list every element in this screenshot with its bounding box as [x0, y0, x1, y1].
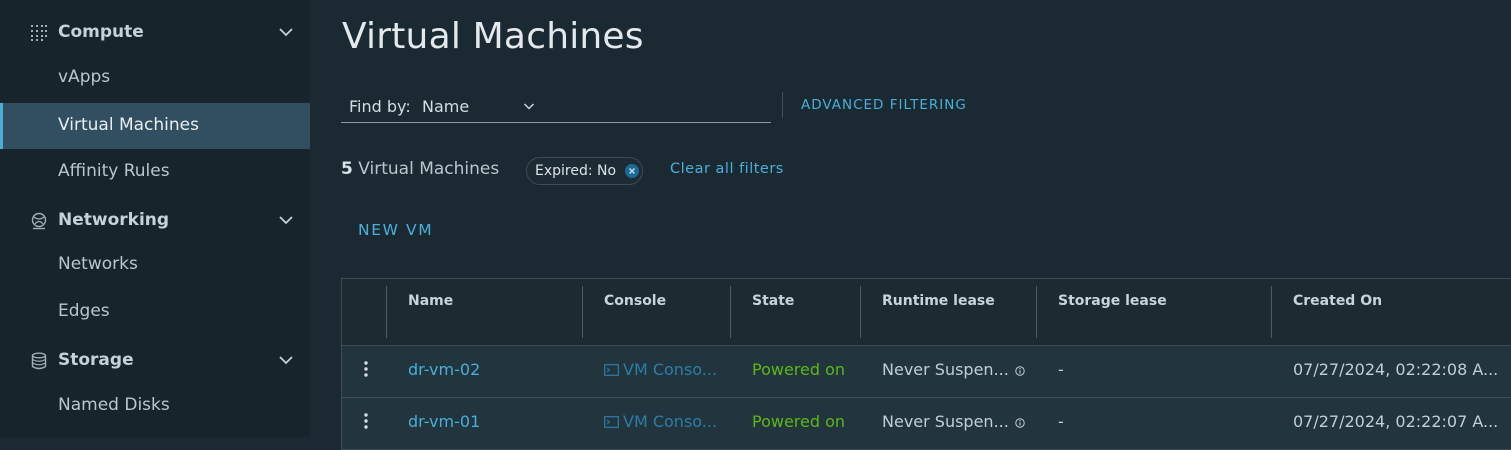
- vm-name-link[interactable]: dr-vm-02: [408, 360, 480, 379]
- kebab-menu-icon[interactable]: [358, 359, 374, 379]
- info-icon[interactable]: [1015, 418, 1025, 428]
- vm-console-link[interactable]: VM Conso...: [604, 360, 717, 379]
- nav-group-compute[interactable]: Compute: [0, 12, 310, 52]
- find-by-label: Find by:: [349, 97, 411, 116]
- vm-storage-lease: -: [1058, 412, 1064, 431]
- vm-count-number: 5: [341, 159, 353, 179]
- column-header-state[interactable]: State: [752, 293, 794, 309]
- sidebar-item-affinity-rules[interactable]: Affinity Rules: [0, 149, 310, 195]
- sidebar-item-edges[interactable]: Edges: [0, 289, 310, 335]
- column-separator[interactable]: [1271, 286, 1272, 338]
- sidebar-item-virtual-machines[interactable]: Virtual Machines: [0, 103, 310, 149]
- vm-runtime-lease: Never Suspen...: [882, 360, 1025, 379]
- nav-group-label: Storage: [58, 350, 134, 370]
- table-row: dr-vm-01 VM Conso... Powered on Never Su…: [342, 398, 1511, 450]
- sidebar-item-label: Affinity Rules: [58, 161, 170, 181]
- vm-console-label: VM Conso...: [623, 412, 718, 431]
- column-separator[interactable]: [1036, 286, 1037, 338]
- grid-dots-icon: [31, 25, 47, 41]
- column-header-name[interactable]: Name: [408, 293, 453, 309]
- nav-group-storage[interactable]: Storage: [0, 340, 310, 380]
- network-globe-icon: [31, 212, 47, 230]
- chevron-down-icon: [523, 103, 535, 110]
- sidebar-item-named-disks[interactable]: Named Disks: [0, 383, 310, 429]
- database-icon: [31, 352, 47, 370]
- vm-created-on: 07/27/2024, 02:22:08 A...: [1293, 360, 1499, 379]
- column-header-created-on[interactable]: Created On: [1293, 293, 1382, 309]
- vm-created-on: 07/27/2024, 02:22:07 A...: [1293, 412, 1499, 431]
- kebab-menu-icon[interactable]: [358, 411, 374, 431]
- vm-count-label: Virtual Machines: [358, 159, 500, 179]
- sidebar-item-label: Edges: [58, 301, 110, 321]
- sidebar-item-label: Networks: [58, 254, 138, 274]
- column-header-runtime-lease[interactable]: Runtime lease: [882, 293, 995, 309]
- clear-all-filters-link[interactable]: Clear all filters: [670, 161, 784, 177]
- sidebar: Compute vApps Virtual Machines Affinity …: [0, 0, 310, 437]
- column-header-storage-lease[interactable]: Storage lease: [1058, 293, 1167, 309]
- column-separator[interactable]: [582, 286, 583, 338]
- column-separator[interactable]: [730, 286, 731, 338]
- chevron-down-icon[interactable]: [278, 354, 294, 366]
- info-icon[interactable]: [1015, 366, 1025, 376]
- chevron-down-icon[interactable]: [278, 26, 294, 38]
- new-vm-button[interactable]: NEW VM: [358, 221, 433, 239]
- chevron-down-icon[interactable]: [278, 214, 294, 226]
- console-icon: [604, 416, 619, 428]
- vm-count: 5 Virtual Machines: [341, 159, 499, 179]
- page-title: Virtual Machines: [342, 16, 644, 57]
- column-header-console[interactable]: Console: [604, 293, 666, 309]
- sidebar-item-label: Named Disks: [58, 395, 170, 415]
- find-by-value: Name: [422, 97, 470, 116]
- vm-state: Powered on: [752, 412, 846, 431]
- vm-runtime-lease: Never Suspen...: [882, 412, 1025, 431]
- advanced-filtering-button[interactable]: ADVANCED FILTERING: [801, 97, 967, 113]
- nav-group-label: Networking: [58, 210, 170, 230]
- sidebar-item-networks[interactable]: Networks: [0, 242, 310, 288]
- vm-storage-lease: -: [1058, 360, 1064, 379]
- nav-group-label: Compute: [58, 22, 144, 42]
- column-separator[interactable]: [860, 286, 861, 338]
- runtime-lease-value: Never Suspen...: [882, 412, 1009, 431]
- vm-name-link[interactable]: dr-vm-01: [408, 412, 480, 431]
- main-content: Virtual Machines Find by: Name ADVANCED …: [310, 0, 1511, 450]
- nav-group-networking[interactable]: Networking: [0, 200, 310, 240]
- sidebar-item-label: vApps: [58, 67, 111, 87]
- table-row: dr-vm-02 VM Conso... Powered on Never Su…: [342, 346, 1511, 398]
- column-separator[interactable]: [386, 286, 387, 338]
- console-icon: [604, 364, 619, 376]
- vm-console-label: VM Conso...: [623, 360, 718, 379]
- filter-chip-expired: Expired: No: [526, 157, 644, 185]
- sidebar-item-vapps[interactable]: vApps: [0, 55, 310, 101]
- sidebar-item-label: Virtual Machines: [58, 115, 199, 135]
- datagrid-header: Name Console State Runtime lease Storage…: [342, 279, 1511, 346]
- find-by-select[interactable]: Find by: Name: [341, 92, 771, 123]
- runtime-lease-value: Never Suspen...: [882, 360, 1009, 379]
- vm-datagrid: Name Console State Runtime lease Storage…: [341, 278, 1511, 450]
- close-icon[interactable]: [625, 164, 640, 178]
- divider: [782, 92, 783, 118]
- filter-chip-value: No: [597, 163, 617, 179]
- vm-state: Powered on: [752, 360, 846, 379]
- filter-chip-key: Expired:: [535, 163, 593, 179]
- vm-console-link[interactable]: VM Conso...: [604, 412, 717, 431]
